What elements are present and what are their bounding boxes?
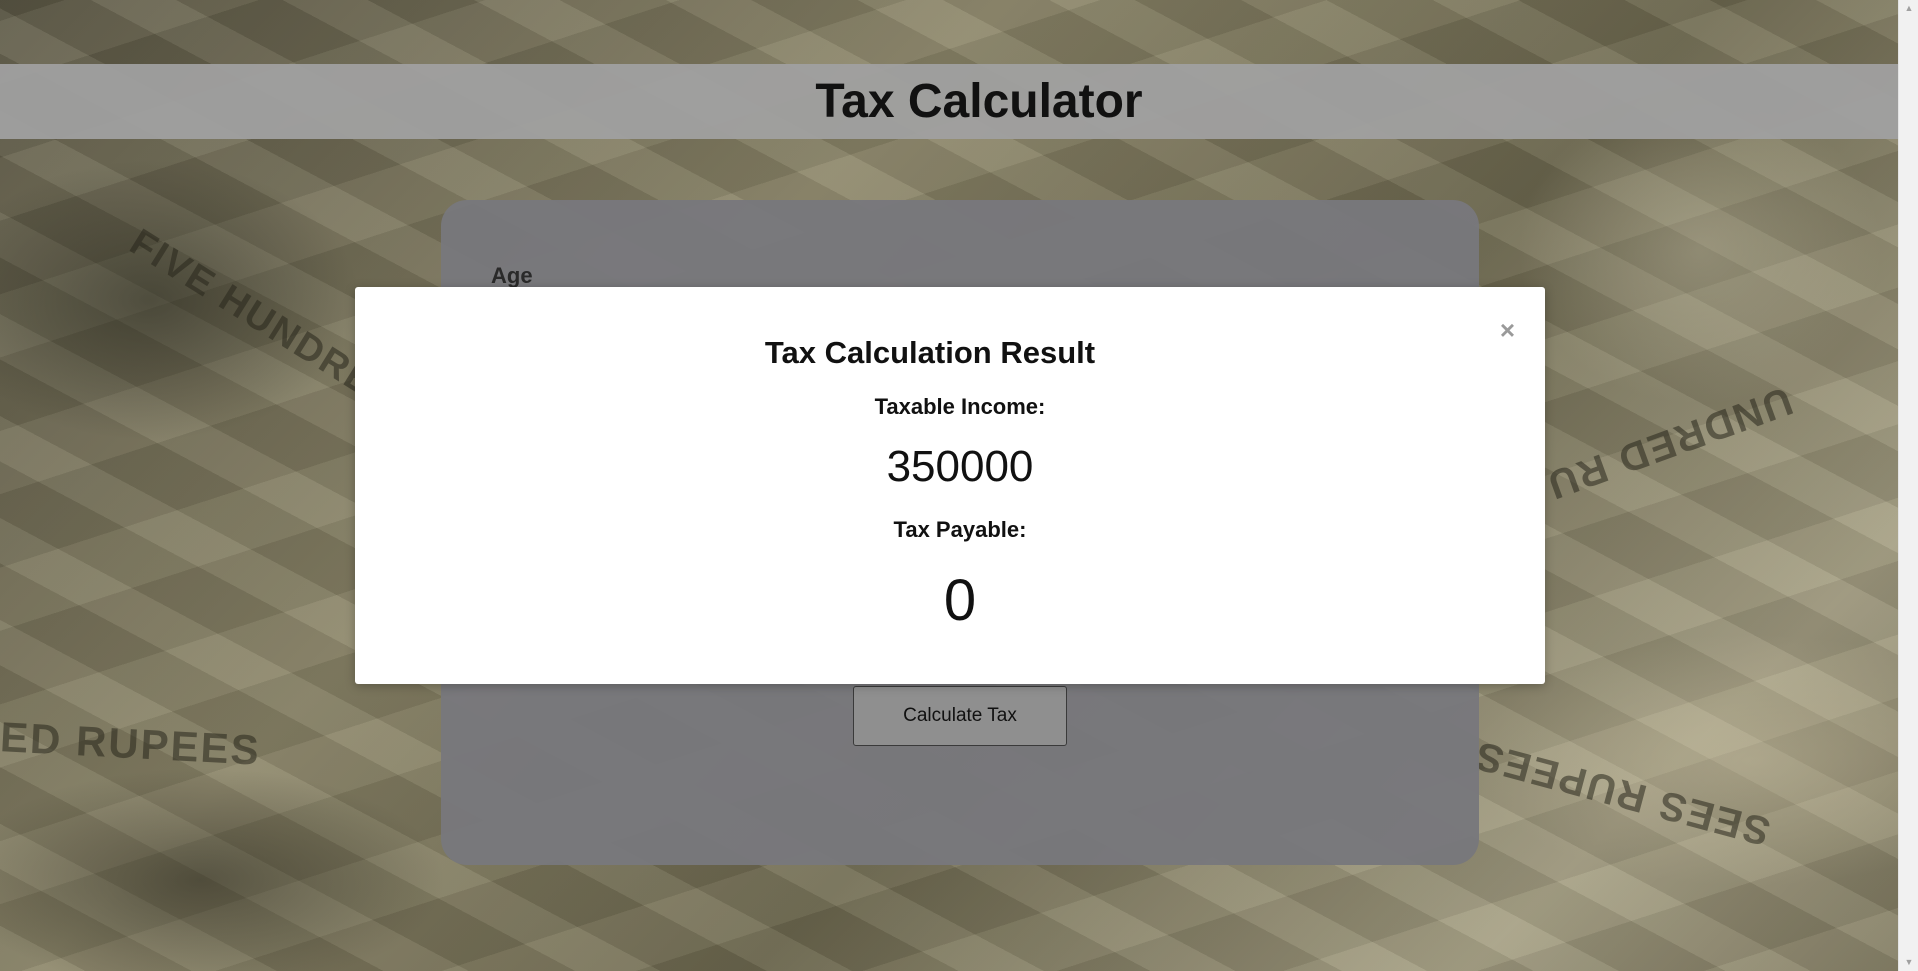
header-bar: Tax Calculator [0,64,1898,139]
taxable-income-value: 350000 [886,442,1034,491]
scroll-down-arrow-icon[interactable]: ▼ [1899,954,1918,971]
scroll-up-arrow-icon[interactable]: ▲ [1899,0,1918,17]
result-modal: × Tax Calculation Result Taxable Income:… [355,287,1545,684]
background-note-text: SEES RUPEES [1469,732,1775,854]
background-note-text: UNDRED RU [1540,378,1798,508]
modal-title: Tax Calculation Result [764,335,1096,370]
tax-payable-value: 0 [943,568,977,633]
taxable-income-label: Taxable Income: [874,394,1046,419]
tax-payable-label: Tax Payable: [893,517,1027,542]
page-background: FIVE HUNDRED ED RUPEES SEES RUPEES UNDRE… [0,0,1898,971]
background-note-text: ED RUPEES [0,713,262,774]
age-label: Age [491,263,533,288]
page-title: Tax Calculator [815,75,1143,128]
calculate-tax-button[interactable]: Calculate Tax [853,686,1067,746]
vertical-scrollbar[interactable]: ▲ ▼ [1898,0,1918,971]
